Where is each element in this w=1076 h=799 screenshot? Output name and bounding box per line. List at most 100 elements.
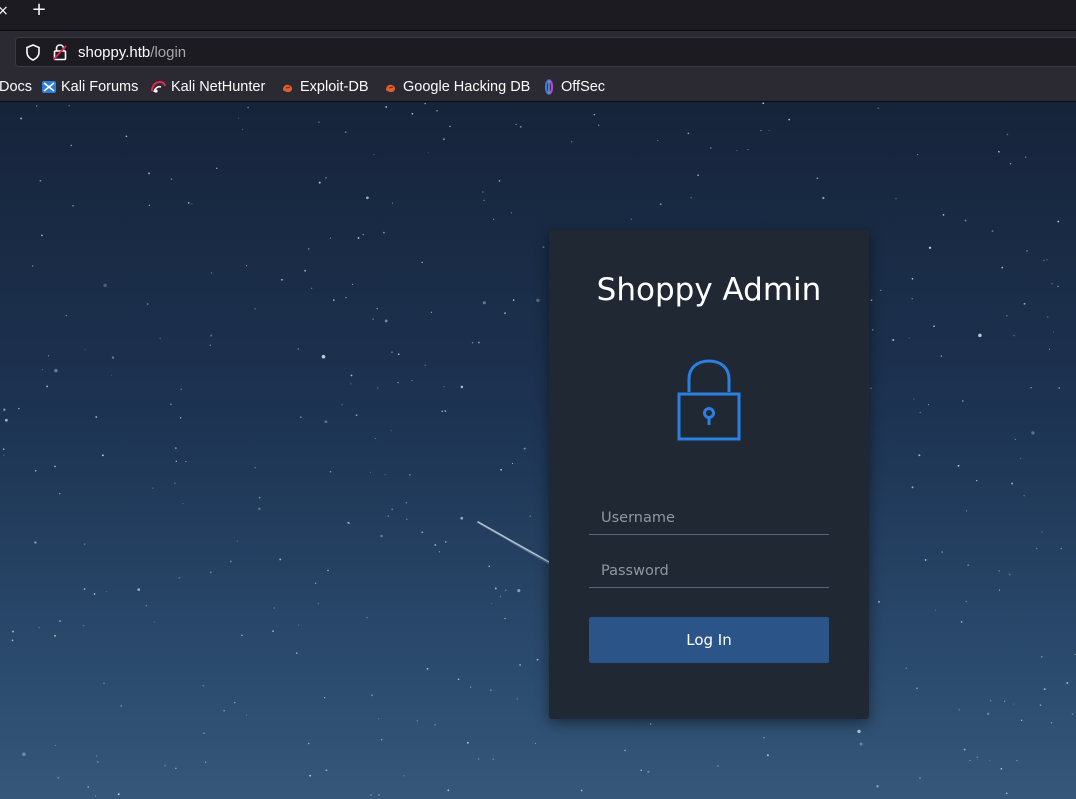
kali-nethunter-icon xyxy=(151,80,166,93)
star xyxy=(241,634,243,637)
star xyxy=(434,724,436,726)
star xyxy=(47,355,49,357)
star xyxy=(185,461,187,463)
star xyxy=(957,464,960,467)
star xyxy=(515,123,517,125)
star xyxy=(385,106,388,108)
star xyxy=(598,124,600,126)
star xyxy=(1026,249,1028,252)
star xyxy=(317,602,320,605)
star xyxy=(34,541,37,544)
bookmark-label: Kali Forums xyxy=(61,79,139,95)
new-tab-button[interactable]: + xyxy=(28,0,50,22)
star xyxy=(152,487,154,489)
star xyxy=(519,125,522,128)
star xyxy=(430,311,433,313)
star xyxy=(95,416,98,418)
address-bar[interactable]: shoppy.htb/login xyxy=(15,37,1076,67)
star xyxy=(391,508,394,511)
bookmark-label: Exploit-DB xyxy=(300,79,369,95)
star xyxy=(1030,387,1032,389)
star xyxy=(960,621,963,623)
star xyxy=(449,125,451,128)
star xyxy=(1006,314,1008,317)
star xyxy=(258,507,261,511)
star xyxy=(657,140,659,141)
bookmark-label: Google Hacking DB xyxy=(403,79,531,95)
star xyxy=(18,407,20,410)
star xyxy=(976,480,978,482)
star xyxy=(443,386,445,388)
password-input[interactable] xyxy=(589,554,829,588)
tracking-protection-shield-icon[interactable] xyxy=(25,44,41,61)
star xyxy=(870,387,872,389)
star xyxy=(65,314,68,317)
star xyxy=(444,410,447,412)
star xyxy=(895,198,897,200)
star xyxy=(940,355,943,357)
star xyxy=(39,179,42,182)
star xyxy=(978,333,982,338)
tab-strip: × + xyxy=(0,0,1076,30)
login-button[interactable]: Log In xyxy=(589,617,829,663)
star xyxy=(747,149,749,151)
star xyxy=(321,354,326,359)
star xyxy=(941,551,943,553)
star xyxy=(170,403,172,406)
star xyxy=(441,410,444,413)
shooting-star-trail xyxy=(477,521,550,563)
star xyxy=(998,150,1000,153)
star xyxy=(409,474,411,476)
star xyxy=(1020,719,1023,722)
star xyxy=(54,465,56,468)
username-input[interactable] xyxy=(589,501,829,535)
star xyxy=(1020,457,1022,459)
star xyxy=(245,714,248,716)
star xyxy=(908,337,910,339)
star xyxy=(245,265,248,267)
bookmark-label: OffSec xyxy=(561,79,606,95)
star xyxy=(54,744,57,747)
star xyxy=(236,540,238,542)
star xyxy=(411,112,414,115)
star xyxy=(297,348,299,350)
star xyxy=(93,593,96,595)
star xyxy=(84,348,86,350)
star xyxy=(958,708,961,711)
star xyxy=(1043,259,1045,262)
star xyxy=(357,237,360,239)
star xyxy=(911,277,914,280)
star xyxy=(963,748,966,751)
star xyxy=(964,219,967,222)
insecure-lock-icon[interactable] xyxy=(53,43,67,61)
star xyxy=(1004,700,1006,702)
star xyxy=(1040,656,1043,658)
star xyxy=(878,601,880,603)
star xyxy=(311,287,313,289)
star xyxy=(510,212,513,214)
bookmarks-toolbar: Docs Kali Forums Kali NetHunter Exploit-… xyxy=(0,72,1076,102)
star xyxy=(969,760,971,762)
url-text[interactable]: shoppy.htb/login xyxy=(78,42,186,64)
star xyxy=(204,761,207,763)
star xyxy=(504,589,507,592)
star xyxy=(20,117,23,120)
offsec-icon xyxy=(544,79,554,95)
star xyxy=(427,152,429,154)
star xyxy=(491,603,493,604)
star xyxy=(516,698,519,700)
star xyxy=(38,626,40,629)
star xyxy=(488,565,490,568)
star xyxy=(467,741,469,744)
star xyxy=(499,595,502,598)
star xyxy=(1039,704,1042,706)
star xyxy=(1041,531,1043,533)
star xyxy=(1066,681,1069,685)
star xyxy=(383,231,385,234)
star xyxy=(934,609,937,611)
star xyxy=(630,218,632,220)
tab-close-button[interactable]: × xyxy=(0,2,11,20)
star xyxy=(536,298,540,302)
star xyxy=(164,764,166,767)
star xyxy=(1001,266,1004,269)
